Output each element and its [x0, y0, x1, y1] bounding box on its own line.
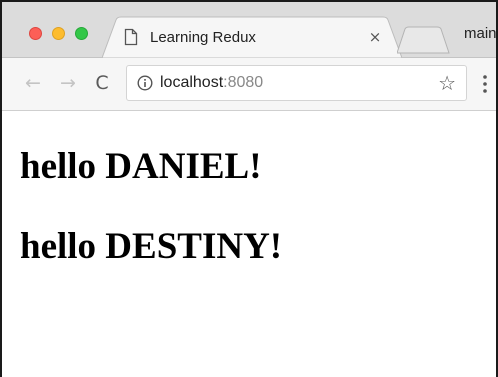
tab-title: Learning Redux [150, 29, 256, 46]
url-text: localhost:8080 [160, 74, 263, 92]
bookmark-star-icon[interactable]: ☆ [438, 72, 456, 94]
tab-learning-redux[interactable]: Learning Redux × [102, 16, 402, 58]
info-icon[interactable] [137, 75, 153, 91]
tab-strip: Learning Redux × main [2, 2, 496, 58]
profile-label[interactable]: main [464, 25, 496, 42]
url-host: localhost [160, 74, 224, 91]
url-port: :8080 [223, 74, 264, 91]
close-window-button[interactable] [29, 27, 42, 40]
maximize-window-button[interactable] [75, 27, 88, 40]
browser-window: Learning Redux × main ← → C localhost:80… [0, 0, 498, 377]
greeting-heading: hello DESTINY! [20, 226, 283, 267]
greeting-heading: hello DANIEL! [20, 146, 262, 187]
page-icon [124, 28, 138, 46]
minimize-window-button[interactable] [52, 27, 65, 40]
page-content: hello DANIEL! hello DESTINY! [2, 112, 496, 377]
reload-button[interactable]: C [91, 72, 113, 94]
kebab-menu-icon[interactable] [481, 73, 489, 95]
forward-button[interactable]: → [57, 72, 79, 94]
close-tab-icon[interactable]: × [366, 28, 384, 46]
new-tab-button[interactable] [396, 26, 451, 54]
address-bar[interactable]: localhost:8080 ☆ [126, 65, 467, 101]
browser-toolbar: ← → C localhost:8080 ☆ [2, 58, 496, 111]
back-button[interactable]: ← [22, 72, 44, 94]
